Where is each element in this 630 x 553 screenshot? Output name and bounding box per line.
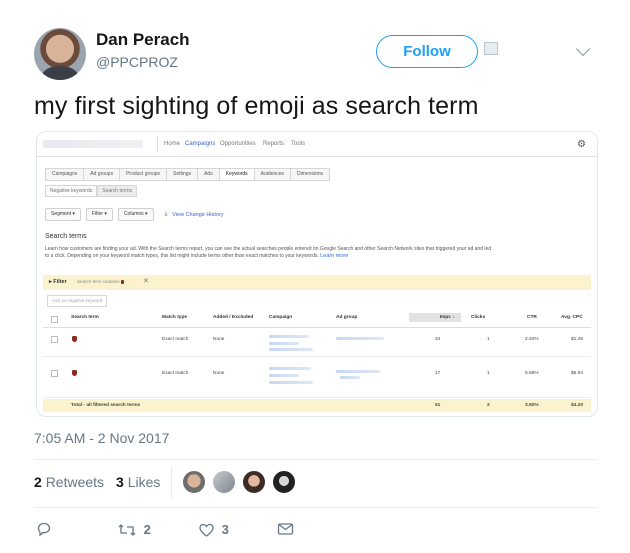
- retweet-icon: [118, 523, 136, 536]
- follow-button[interactable]: Follow: [376, 35, 478, 68]
- col-match-type: Match type: [162, 315, 188, 320]
- direct-message-icon[interactable]: [277, 521, 294, 540]
- chevron-down-icon[interactable]: [575, 41, 591, 57]
- divider: [171, 466, 172, 498]
- liker-avatar[interactable]: [241, 469, 267, 495]
- like-count: 3: [221, 522, 229, 538]
- blurred-campaign: [269, 335, 309, 338]
- tweet-text: my first sighting of emoji as search ter…: [34, 92, 479, 120]
- adwords-top-bar: Home Campaigns Opportunities Reports Too…: [37, 132, 597, 157]
- close-icon: ✕: [143, 278, 149, 285]
- col-clicks: Clicks: [471, 315, 486, 320]
- emoji-icon: [72, 336, 77, 342]
- filter-bar: ▸ Filter Search term contains ✕: [43, 275, 591, 290]
- liker-avatar[interactable]: [181, 469, 207, 495]
- image-placeholder-icon: [484, 42, 498, 55]
- toolbar: Segment ▾ Filter ▾ Columns ▾ ⤓ View Chan…: [45, 208, 224, 221]
- retweet-button[interactable]: 2: [117, 521, 151, 538]
- tab-campaigns: Campaigns: [45, 168, 84, 181]
- tab-settings: Settings: [166, 168, 198, 181]
- gear-icon: ⚙: [577, 139, 586, 150]
- divider: [34, 459, 596, 460]
- liker-avatar[interactable]: [271, 469, 297, 495]
- like-button[interactable]: 3: [198, 521, 229, 538]
- col-avg-cpc: Avg. CPC: [561, 315, 583, 320]
- table-header: Search term Match type Added / Excluded …: [43, 310, 591, 328]
- filter-chip: Search term contains: [77, 279, 124, 284]
- blurred-ad-group: [336, 337, 384, 340]
- nav-opportunities: Opportunities: [220, 141, 256, 147]
- author-avatar[interactable]: [34, 28, 86, 80]
- author-handle[interactable]: @PPCPROZ: [96, 54, 178, 70]
- tab-keywords: Keywords: [218, 168, 254, 181]
- select-all-checkbox: [51, 316, 58, 323]
- table-row: Exact match None 17 1 5.88% $6.94: [43, 357, 591, 398]
- col-added-excluded: Added / Excluded: [213, 315, 254, 320]
- retweet-count: 2: [143, 522, 151, 538]
- tab-product-groups: Product groups: [119, 168, 167, 181]
- tweet-timestamp[interactable]: 7:05 AM - 2 Nov 2017: [34, 430, 169, 446]
- liker-avatar[interactable]: [211, 469, 237, 495]
- col-ad-group: Ad group: [336, 315, 358, 320]
- columns-button: Columns ▾: [117, 208, 154, 221]
- view-change-history-link: View Change History: [172, 211, 224, 218]
- emoji-icon: [72, 370, 77, 376]
- tab-ads: Ads: [197, 168, 219, 181]
- learn-more-link: Learn more: [320, 252, 349, 259]
- download-icon: ⤓: [164, 211, 168, 217]
- retweets-stat[interactable]: 2 Retweets: [34, 474, 104, 490]
- tab-ad-groups: Ad groups: [83, 168, 120, 181]
- add-negative-keyword-button: Add as negative keyword: [47, 295, 108, 307]
- total-row: Total - all filtered search terms 51 2 3…: [43, 399, 591, 412]
- row-checkbox: [51, 370, 58, 377]
- keyword-subtabs: Negative keywords Search terms: [45, 185, 137, 197]
- subtab-search-terms: Search terms: [97, 185, 137, 197]
- campaign-tabs: Campaigns Ad groups Product groups Setti…: [45, 168, 331, 181]
- likes-stat[interactable]: 3 Likes: [116, 474, 160, 490]
- nav-home: Home: [164, 141, 181, 147]
- nav-campaigns: Campaigns: [185, 141, 216, 147]
- row-checkbox: [51, 336, 58, 343]
- section-title: Search terms: [45, 233, 87, 240]
- author-name[interactable]: Dan Perach: [96, 30, 190, 50]
- col-ctr: CTR: [527, 315, 537, 320]
- tab-audiences: Audiences: [253, 168, 291, 181]
- col-impressions: Impr. ↓: [409, 313, 461, 322]
- table-row: Exact match None 34 1 2.94% $1.45: [43, 328, 591, 357]
- tweet-media-image[interactable]: Home Campaigns Opportunities Reports Too…: [36, 131, 598, 417]
- filter-label: ▸ Filter: [49, 279, 67, 285]
- reply-icon[interactable]: [36, 521, 52, 540]
- col-search-term: Search term: [71, 315, 99, 320]
- nav-reports: Reports: [263, 141, 285, 147]
- subtab-negative-keywords: Negative keywords: [45, 185, 98, 197]
- emoji-icon: [120, 279, 124, 284]
- blurred-account-name: [43, 140, 143, 148]
- col-campaign: Campaign: [269, 315, 293, 320]
- tab-dimensions: Dimensions: [290, 168, 331, 181]
- heart-icon: [199, 523, 214, 537]
- blurred-ad-group: [336, 370, 380, 373]
- blurred-campaign: [269, 367, 311, 370]
- section-description: Learn how customers are finding your ad.…: [45, 246, 492, 259]
- segment-button: Segment ▾: [45, 208, 81, 221]
- nav-tools: Tools: [291, 141, 306, 147]
- filter-button: Filter ▾: [85, 208, 113, 221]
- divider: [34, 507, 596, 508]
